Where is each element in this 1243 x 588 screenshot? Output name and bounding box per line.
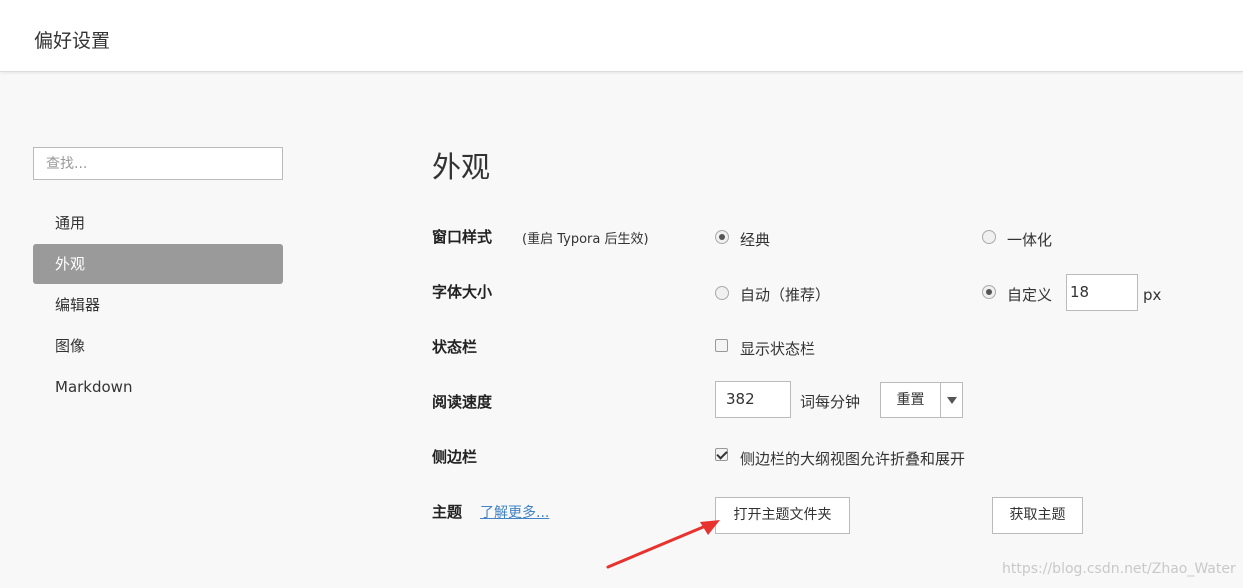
get-themes-button[interactable]: 获取主题 (992, 497, 1083, 534)
font-size-input[interactable]: 18 (1066, 274, 1138, 311)
reading-speed-input[interactable]: 382 (715, 381, 791, 418)
annotation-arrow-icon (606, 520, 720, 569)
window-style-label: 窗口样式 (432, 228, 493, 246)
font-size-auto-label[interactable]: 自动（推荐） (740, 284, 830, 305)
sidebar-item-image[interactable]: 图像 (33, 326, 283, 366)
window-style-unibody-radio[interactable] (982, 230, 996, 244)
page-title: 外观 (432, 150, 491, 184)
reset-button[interactable]: 重置 (880, 382, 941, 418)
font-size-auto-radio[interactable] (715, 286, 729, 300)
reading-speed-label: 阅读速度 (432, 393, 493, 411)
status-bar-checkbox[interactable] (715, 339, 728, 352)
search-input[interactable] (33, 147, 283, 180)
status-bar-label: 状态栏 (432, 338, 478, 356)
sidebar-item-editor[interactable]: 编辑器 (33, 285, 283, 325)
font-size-unit: px (1143, 286, 1162, 304)
sidebar-option-label: 侧边栏 (432, 448, 478, 466)
font-size-label: 字体大小 (432, 283, 493, 301)
status-bar-checkbox-label[interactable]: 显示状态栏 (740, 338, 815, 359)
sidebar-item-appearance[interactable]: 外观 (33, 244, 283, 284)
learn-more-link[interactable]: 了解更多... (480, 502, 549, 522)
theme-label: 主题 (432, 503, 463, 521)
window-style-unibody-label[interactable]: 一体化 (1007, 229, 1052, 250)
watermark-text: https://blog.csdn.net/Zhao_Water (1002, 561, 1236, 577)
font-size-custom-radio[interactable] (982, 285, 996, 299)
sidebar-item-markdown[interactable]: Markdown (33, 367, 283, 407)
reset-dropdown-icon[interactable] (940, 382, 963, 418)
outline-collapse-checkbox[interactable] (715, 448, 728, 461)
sidebar-item-general[interactable]: 通用 (33, 203, 283, 243)
window-style-note: (重启 Typora 后生效) (522, 232, 649, 247)
font-size-custom-label[interactable]: 自定义 (1007, 284, 1052, 305)
title-bar: 偏好设置 (0, 0, 1243, 72)
window-style-classic-radio[interactable] (715, 230, 729, 244)
window-title: 偏好设置 (34, 30, 111, 52)
window-style-classic-label[interactable]: 经典 (740, 229, 770, 250)
open-theme-folder-button[interactable]: 打开主题文件夹 (715, 497, 850, 534)
reading-speed-unit: 词每分钟 (800, 393, 861, 411)
outline-collapse-label[interactable]: 侧边栏的大纲视图允许折叠和展开 (740, 448, 965, 469)
